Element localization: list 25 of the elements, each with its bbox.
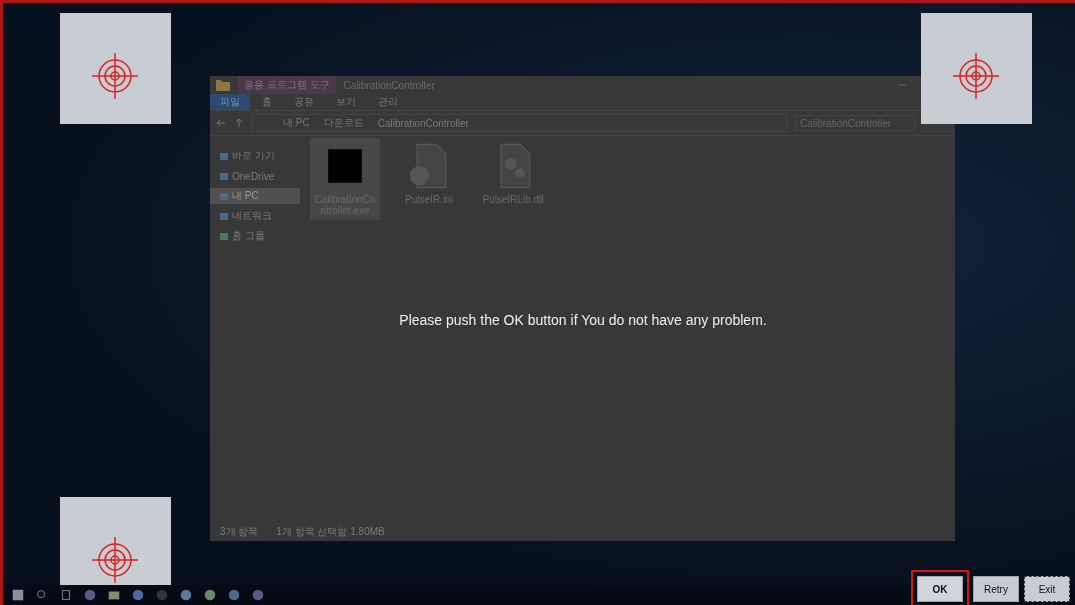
app-icon[interactable] (227, 588, 241, 602)
app-icon[interactable] (179, 588, 193, 602)
app-icon[interactable] (59, 588, 73, 602)
ribbon-tab[interactable]: 공유 (284, 94, 324, 110)
ribbon-tab[interactable]: 파일 (210, 94, 250, 110)
breadcrumb[interactable]: 다운로드 (323, 116, 364, 130)
status-text: 3개 항목 (220, 525, 259, 539)
crosshair-target-icon (60, 13, 171, 124)
app-icon[interactable] (83, 588, 97, 602)
windows-logo-icon[interactable] (11, 588, 25, 602)
sidebar-item[interactable]: 네트워크 (210, 208, 300, 224)
sidebar-item[interactable]: OneDrive (210, 168, 300, 184)
app-icon[interactable] (203, 588, 217, 602)
crosshair-target-icon (921, 13, 1032, 124)
ribbon-tab[interactable]: 관리 (368, 94, 408, 110)
back-arrow-icon[interactable] (216, 118, 226, 128)
up-arrow-icon[interactable] (234, 118, 244, 128)
instruction-text: Please push the OK button if You do not have any problem. (398, 312, 768, 328)
folder-icon (216, 79, 230, 91)
dialog-button[interactable]: Exit (1024, 576, 1070, 602)
dialog-button[interactable]: Retry (973, 576, 1019, 602)
breadcrumb[interactable]: CalibrationController (377, 117, 469, 129)
app-icon[interactable] (251, 588, 265, 602)
status-text: 1개 항목 선택함 1.80MB (276, 525, 385, 539)
app-icon[interactable] (131, 588, 145, 602)
